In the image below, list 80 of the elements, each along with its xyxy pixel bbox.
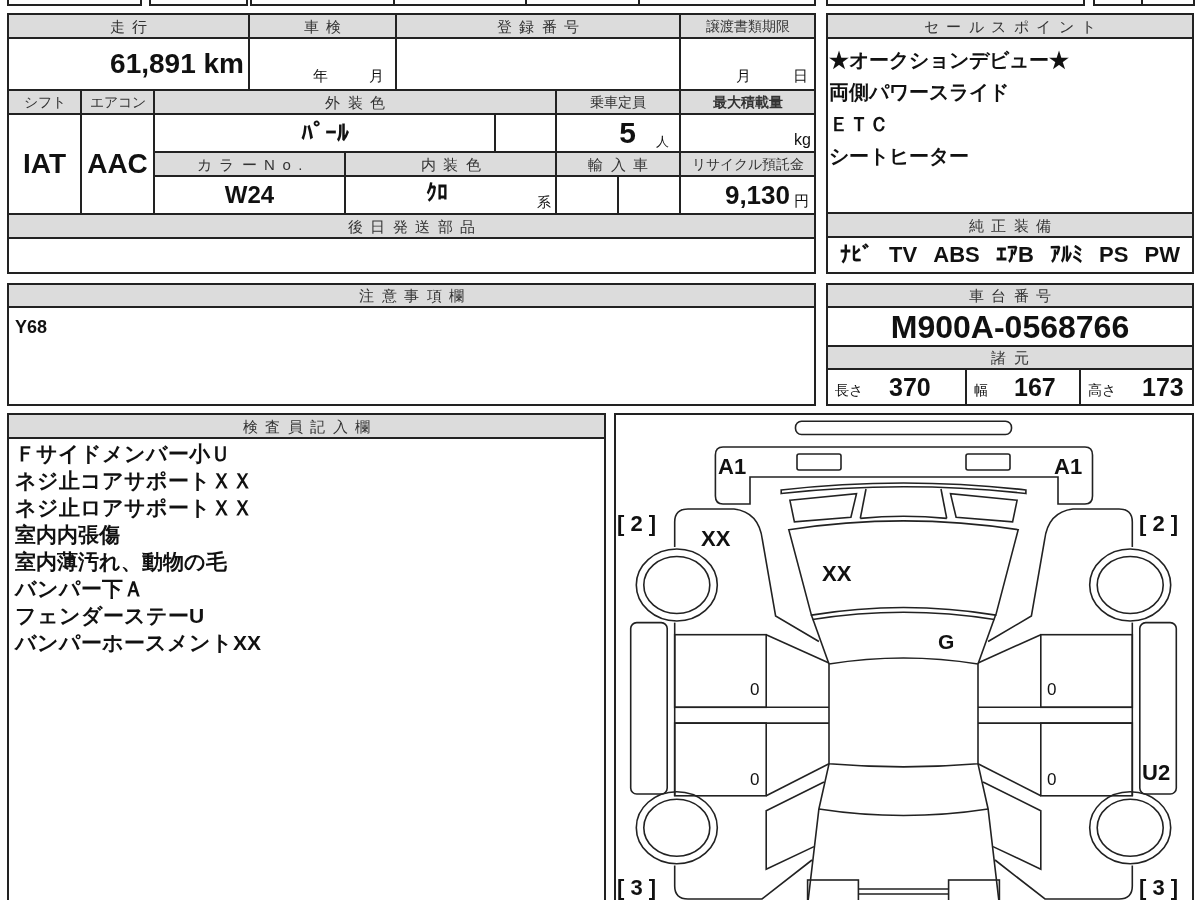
sales-point: ★オークションデビュー★ — [829, 48, 1069, 73]
damage-code: 0 — [1047, 680, 1057, 699]
field-value: ﾊﾟｰﾙ — [300, 121, 349, 145]
field-value: W24 — [224, 183, 275, 207]
field-label: エアコン — [82, 91, 153, 113]
spec-value: 173 — [1142, 374, 1184, 400]
spec-label: 幅 — [974, 381, 988, 397]
inspector-note: フェンダーステーU — [15, 603, 205, 629]
spec-value: 167 — [1014, 374, 1056, 400]
field-label: 乗車定員 — [557, 91, 679, 113]
unit-label: 円 — [794, 193, 809, 208]
field-value: IAT — [23, 150, 66, 178]
damage-code: 0 — [1047, 770, 1057, 789]
damage-code: 0 — [750, 770, 760, 789]
unit-label: kg — [794, 132, 811, 148]
sales-point: シートヒーター — [829, 144, 969, 169]
inspector-note: Ｆサイドメンバー小Ｕ — [15, 441, 231, 467]
tread-rating: [ 3 ] — [1139, 875, 1179, 900]
unit-label: 年 — [313, 68, 328, 83]
section-header: 純正装備 — [828, 214, 1192, 236]
field-label: 車検 — [250, 15, 395, 37]
unit-label: 人 — [656, 135, 669, 148]
damage-code: G — [938, 630, 955, 653]
section-header: 検査員記入欄 — [9, 415, 604, 437]
field-label: 後日発送部品 — [9, 215, 814, 237]
field-value: AAC — [87, 150, 148, 178]
equipment-item: ﾅﾋﾞ — [840, 244, 873, 266]
damage-code: U2 — [1142, 760, 1171, 785]
spec-label: 高さ — [1088, 381, 1116, 397]
tread-rating: [ 2 ] — [1139, 511, 1179, 536]
field-label: 最大積載量 — [681, 91, 814, 113]
sales-point: ＥＴＣ — [829, 112, 889, 137]
tread-rating: [ 3 ] — [617, 875, 657, 900]
section-header: 注意事項欄 — [9, 285, 814, 306]
note-text: Y68 — [15, 318, 48, 336]
field-label: 輸入車 — [557, 153, 679, 175]
field-label: カラーNo. — [155, 153, 344, 175]
equipment-item: TV — [889, 244, 918, 266]
inspector-note: バンパーホースメントXX — [15, 630, 261, 656]
inspector-note: 室内内張傷 — [15, 522, 120, 548]
section-header: 諸元 — [828, 347, 1192, 368]
inspector-note: バンパー下Ａ — [15, 576, 144, 602]
table-cell — [496, 115, 555, 151]
equipment-item: ABS — [933, 244, 980, 266]
unit-label: 日 — [793, 68, 808, 83]
inspector-note: 室内薄汚れ、動物の毛 — [15, 549, 227, 575]
sales-point: 両側パワースライド — [829, 80, 1009, 105]
damage-code: XX — [822, 561, 852, 586]
chassis-number: M900A-0568766 — [890, 310, 1130, 343]
field-label: 外装色 — [155, 91, 555, 113]
inspector-note: ネジ止コアサポートＸＸ — [15, 468, 253, 494]
field-label: 走行 — [9, 15, 248, 37]
damage-code: XX — [701, 526, 731, 551]
field-value: 5 — [619, 118, 636, 148]
unit-label: 系 — [537, 195, 551, 209]
damage-code: A1 — [1054, 454, 1083, 479]
inspector-note: ネジ止ロアサポートＸＸ — [15, 495, 253, 521]
equipment-item: PW — [1144, 244, 1180, 266]
field-label: 内装色 — [346, 153, 555, 175]
table-cell — [557, 177, 617, 213]
field-value: 9,130 — [724, 182, 790, 208]
field-label: 譲渡書類期限 — [681, 15, 814, 37]
tread-rating: [ 2 ] — [617, 511, 657, 536]
equipment-item: ｴｱB — [995, 244, 1034, 266]
field-value: 61,891 km — [110, 50, 244, 78]
field-label: 登録番号 — [397, 15, 679, 37]
unit-label: 月 — [369, 68, 384, 83]
equipment-item: PS — [1099, 244, 1129, 266]
unit-label: 月 — [736, 68, 751, 83]
section-header: 車台番号 — [828, 285, 1192, 306]
damage-code: 0 — [750, 680, 760, 699]
table-cell — [619, 177, 679, 213]
spec-value: 370 — [889, 374, 931, 400]
section-header: セールスポイント — [828, 15, 1192, 37]
damage-code: A1 — [718, 454, 747, 479]
field-label: シフト — [9, 91, 80, 113]
field-value: ｸﾛ — [426, 182, 448, 204]
spec-label: 長さ — [835, 381, 863, 397]
field-label: リサイクル預託金 — [681, 153, 814, 175]
equipment-item: ｱﾙﾐ — [1049, 244, 1083, 266]
